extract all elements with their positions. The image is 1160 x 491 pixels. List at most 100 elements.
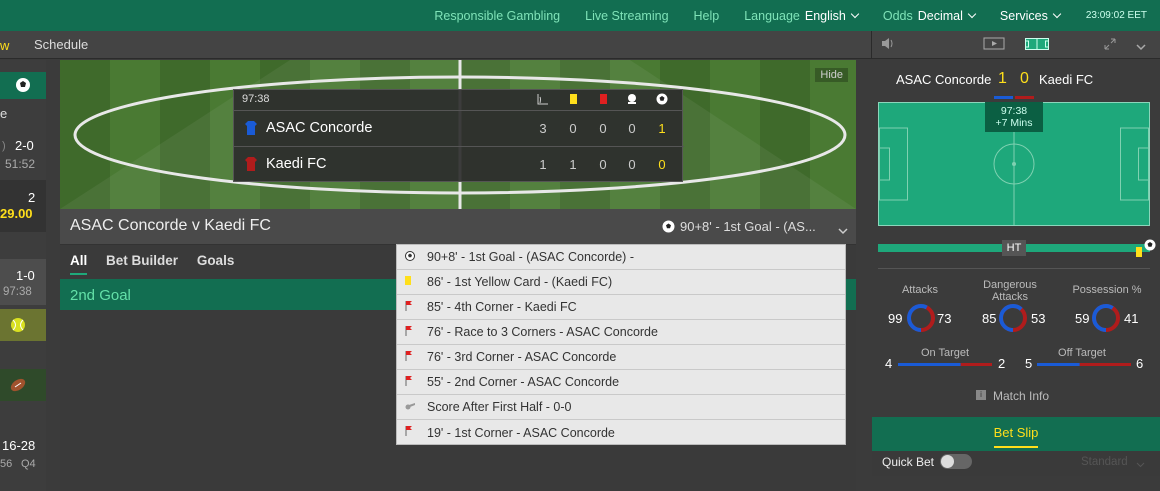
scoreboard-header: 97:38 [234, 90, 682, 111]
left-sidebar: e ) 2-0 51:52 2 29.00 1-0 97:38 16-28 56 [0, 60, 46, 491]
whistle-icon [405, 402, 421, 413]
odds-value: 2 [28, 190, 36, 205]
tab-all[interactable]: All [70, 253, 88, 275]
home-shirt-icon [245, 121, 257, 139]
corner-flag-icon [405, 375, 421, 389]
match-clock: 97:38 [1000, 105, 1028, 117]
sidebar-odds-1[interactable]: 2 29.00 [0, 180, 46, 232]
responsible-gambling-link[interactable]: Responsible Gambling [434, 9, 560, 23]
goal-marker-icon [1144, 238, 1156, 256]
quick-bet-label: Quick Bet [882, 455, 935, 469]
home-score: 1 [998, 70, 1007, 87]
video-icon[interactable] [983, 37, 1005, 53]
yellow-card-icon [563, 94, 583, 107]
match-quarter: Q4 [21, 458, 36, 470]
away-corners: 1 [539, 157, 547, 172]
sidebar-match-3[interactable]: 16-28 56 Q4 [0, 436, 46, 476]
event-text: 19' - 1st Corner - ASAC Concorde [427, 425, 615, 440]
off_target-away-bar [1079, 363, 1131, 366]
scoreboard-row-away: Kaedi FC 1 1 0 0 0 [234, 146, 684, 181]
scoreboard-row-home: ASAC Concorde 3 0 0 0 1 [234, 111, 684, 146]
list-item[interactable]: 86' - 1st Yellow Card - (Kaedi FC) [397, 270, 845, 295]
soccer-ball-icon [15, 77, 31, 96]
expand-icon[interactable] [1103, 37, 1117, 54]
match-info-link[interactable]: Match Info [993, 389, 1049, 403]
odds-value: Decimal [917, 8, 963, 23]
away-yellow-cards: 1 [569, 157, 577, 172]
sidebar-text: e [0, 106, 8, 121]
divider [878, 268, 1150, 269]
home-team-name: ASAC Concorde [896, 72, 992, 87]
tab-in-play-partial[interactable]: w [0, 38, 9, 53]
sidebar-match-2[interactable]: 1-0 97:38 [0, 259, 46, 305]
odds-price: 29.00 [0, 206, 33, 221]
tennis-ball-icon [10, 317, 26, 336]
odds-label: Odds [882, 8, 913, 23]
american-football-filter[interactable] [0, 369, 46, 401]
home-score: 1 [658, 121, 666, 136]
match-clock: 97:38 [242, 93, 270, 105]
sidebar-match-1[interactable]: ) 2-0 51:52 [0, 138, 46, 178]
away-team-name: Kaedi FC [266, 156, 327, 172]
tennis-filter[interactable] [0, 309, 46, 341]
list-item[interactable]: 55' - 2nd Corner - ASAC Concorde [397, 370, 845, 395]
bet-slip-header[interactable]: Bet Slip [872, 417, 1160, 451]
scoreboard: 97:38 ASAC Concorde 3 0 0 0 1 Kaedi FC 1… [233, 89, 684, 182]
tab-goals[interactable]: Goals [197, 253, 235, 268]
attacks-label: Attacks [901, 284, 939, 296]
event-text: 90+8' - 1st Goal - (ASAC Concorde) - [427, 250, 634, 264]
stake-type-select[interactable]: Standard [1081, 456, 1128, 468]
red-card-icon [593, 94, 613, 107]
list-item[interactable]: 76' - Race to 3 Corners - ASAC Concorde [397, 320, 845, 345]
match-score: 16-28 [2, 438, 36, 453]
pitch-view-icon[interactable] [1025, 38, 1049, 53]
corner-flag-icon [405, 300, 421, 314]
info-icon: i [976, 390, 986, 400]
goal-icon [652, 93, 672, 108]
home-penalties: 0 [628, 121, 636, 136]
away-penalties: 0 [628, 157, 636, 172]
event-text: Score After First Half - 0-0 [427, 400, 572, 414]
bet-slip-label: Bet Slip [993, 425, 1039, 448]
clock: 23:09:02 EET [1085, 10, 1147, 21]
tab-bet-builder[interactable]: Bet Builder [106, 253, 178, 268]
live-streaming-link[interactable]: Live Streaming [585, 9, 668, 23]
corner-flag-icon [405, 350, 421, 364]
language-selector[interactable]: Language English [744, 8, 860, 23]
away-shirt-icon [245, 157, 257, 175]
sound-icon[interactable] [881, 37, 895, 53]
shot-bars [898, 363, 1131, 366]
away-score: 0 [1020, 70, 1029, 87]
american-football-icon [9, 377, 27, 396]
match-title: ASAC Concorde v Kaedi FC [70, 217, 271, 234]
latest-event-dropdown[interactable]: 90+8' - 1st Goal - (AS... [680, 219, 816, 234]
added-time: +7 Mins [995, 117, 1033, 129]
soccer-filter[interactable] [0, 72, 46, 99]
away-red-cards: 0 [599, 157, 607, 172]
hide-video-button[interactable]: Hide [815, 68, 848, 82]
corner-icon [533, 93, 553, 108]
quick-bet-toggle[interactable] [940, 454, 972, 469]
top-bar: Responsible Gambling Live Streaming Help… [0, 0, 1160, 31]
list-item[interactable]: 90+8' - 1st Goal - (ASAC Concorde) - [397, 245, 845, 270]
language-value: English [804, 8, 846, 23]
services-menu[interactable]: Services [1000, 9, 1062, 23]
list-item[interactable]: 76' - 3rd Corner - ASAC Concorde [397, 345, 845, 370]
help-link[interactable]: Help [694, 9, 720, 23]
list-item[interactable]: Score After First Half - 0-0 [397, 395, 845, 420]
chevron-down-icon[interactable] [838, 222, 848, 240]
on_target-away-bar [960, 363, 992, 366]
yellow-card-icon [405, 276, 421, 288]
list-item[interactable]: 19' - 1st Corner - ASAC Concorde [397, 420, 845, 445]
away-score: 0 [658, 157, 666, 172]
sub-nav: w Schedule [0, 31, 1160, 59]
odds-selector[interactable]: Odds Decimal [882, 8, 977, 23]
match-time: 51:52 [5, 157, 36, 171]
match-quarter-extra: 56 [0, 458, 13, 470]
chevron-down-icon [850, 9, 860, 18]
app: Responsible Gambling Live Streaming Help… [0, 0, 1160, 491]
collapse-chevron-icon[interactable] [1136, 39, 1146, 54]
list-item[interactable]: 85' - 4th Corner - Kaedi FC [397, 295, 845, 320]
tab-schedule[interactable]: Schedule [34, 37, 88, 52]
chevron-down-icon [967, 9, 977, 18]
